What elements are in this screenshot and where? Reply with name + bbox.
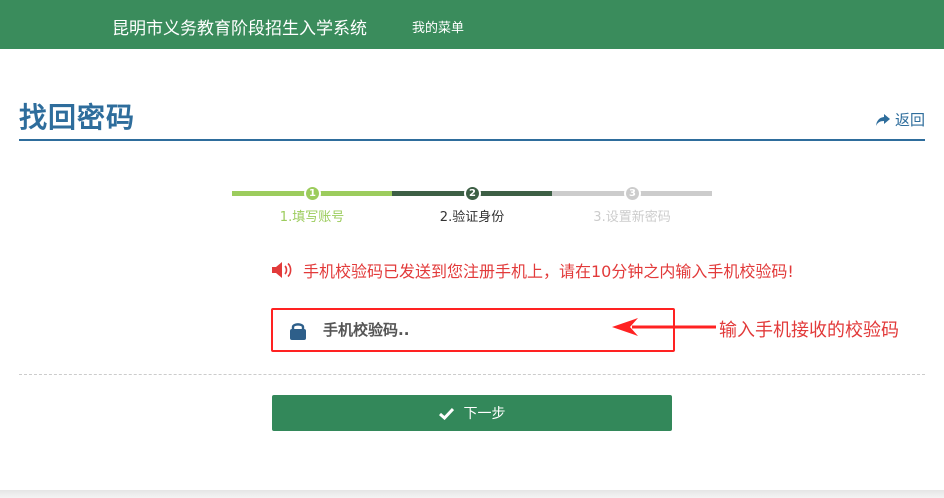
step-2-dot: 2	[464, 185, 481, 202]
app-title[interactable]: 昆明市义务教育阶段招生入学系统	[112, 14, 367, 39]
page-title: 找回密码	[19, 101, 136, 134]
step-1-label: 1.填写账号	[279, 210, 345, 225]
back-link[interactable]: 返回	[875, 109, 925, 130]
share-arrow-icon	[875, 113, 890, 126]
annotation-arrow	[612, 318, 716, 336]
check-icon	[438, 407, 454, 420]
notice-text: 手机校验码已发送到您注册手机上，请在10分钟之内输入手机校验码!	[303, 262, 794, 281]
step-3-dot: 3	[624, 185, 641, 202]
back-label: 返回	[894, 111, 925, 129]
step-1-dot: 1	[304, 185, 321, 202]
step-3-label: 3.设置新密码	[593, 210, 671, 225]
sms-sent-notice: 手机校验码已发送到您注册手机上，请在10分钟之内输入手机校验码!	[271, 258, 794, 282]
lock-icon	[290, 323, 306, 340]
page-bottom-edge	[0, 490, 944, 498]
my-menu-link[interactable]: 我的菜单	[412, 17, 464, 36]
dashed-divider	[19, 374, 925, 375]
speaker-icon	[272, 262, 292, 278]
title-divider	[19, 139, 925, 141]
progress-stepper: 1 2 3 1.填写账号 2.验证身份 3.设置新密码	[232, 184, 712, 225]
next-step-label: 下一步	[463, 405, 506, 421]
next-step-button[interactable]: 下一步	[272, 395, 672, 431]
annotation-text: 输入手机接收的校验码	[719, 320, 899, 341]
top-nav-bar: 昆明市义务教育阶段招生入学系统 我的菜单	[0, 0, 944, 49]
step-2-label: 2.验证身份	[439, 210, 505, 225]
